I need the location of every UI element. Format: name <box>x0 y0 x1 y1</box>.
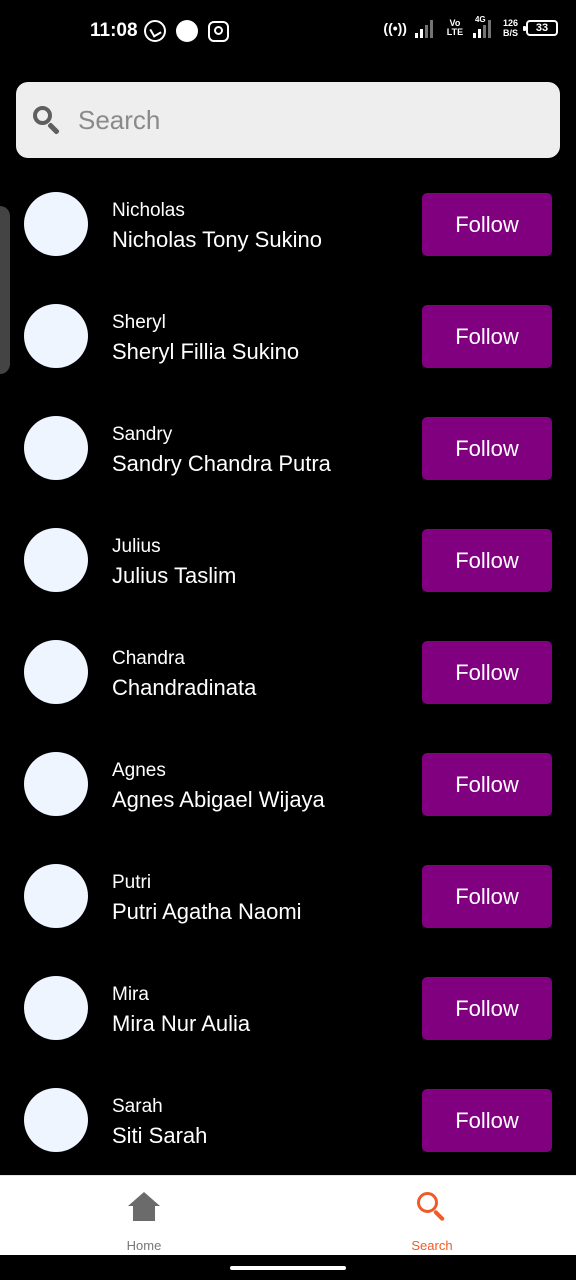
full-name: Putri Agatha Naomi <box>112 899 302 924</box>
battery-icon: 33 <box>523 20 558 36</box>
avatar <box>24 304 88 368</box>
nav-home[interactable]: Home <box>64 1176 224 1256</box>
signal-1-icon <box>414 18 437 38</box>
speed-unit: B/S <box>502 28 518 38</box>
nav-search[interactable]: Search <box>352 1176 512 1256</box>
instagram-icon <box>208 20 229 42</box>
username: Nicholas <box>112 200 185 221</box>
whatsapp-icon <box>144 20 166 42</box>
follow-button[interactable]: Follow <box>422 1089 552 1152</box>
full-name: Sandry Chandra Putra <box>112 451 331 476</box>
list-item: Sarah Siti Sarah Follow <box>0 1078 576 1190</box>
follow-button[interactable]: Follow <box>422 641 552 704</box>
search-icon <box>416 1191 448 1223</box>
follow-button[interactable]: Follow <box>422 753 552 816</box>
avatar <box>24 192 88 256</box>
list-item: Agnes Agnes Abigael Wijaya Follow <box>0 742 576 854</box>
user-list: Nicholas Nicholas Tony Sukino Follow She… <box>0 182 576 1190</box>
avatar <box>24 640 88 704</box>
full-name: Chandradinata <box>112 675 257 700</box>
volte-indicator: Vo LTE <box>445 19 465 37</box>
username: Putri <box>112 872 152 893</box>
notification-dot-icon <box>176 20 198 42</box>
username: Julius <box>112 536 161 557</box>
status-time: 11:08 <box>90 20 138 41</box>
volte-bottom: LTE <box>446 27 464 37</box>
bottom-navigation: Home Search <box>0 1175 576 1255</box>
nav-home-label: Home <box>126 1238 162 1253</box>
full-name: Agnes Abigael Wijaya <box>112 787 325 812</box>
follow-button[interactable]: Follow <box>422 417 552 480</box>
home-gesture-bar[interactable] <box>230 1266 346 1270</box>
full-name: Nicholas Tony Sukino <box>112 227 322 252</box>
username: Sheryl <box>112 312 166 333</box>
list-item: Sandry Sandry Chandra Putra Follow <box>0 406 576 518</box>
full-name: Julius Taslim <box>112 563 237 588</box>
follow-button[interactable]: Follow <box>422 865 552 928</box>
list-item: Julius Julius Taslim Follow <box>0 518 576 630</box>
signal-2-wrapper: 4G <box>472 15 495 38</box>
username: Chandra <box>112 648 185 669</box>
follow-button[interactable]: Follow <box>422 305 552 368</box>
username: Mira <box>112 984 149 1005</box>
follow-button[interactable]: Follow <box>422 529 552 592</box>
avatar <box>24 528 88 592</box>
username: Sarah <box>112 1096 163 1117</box>
status-indicators: ((•)) Vo LTE 4G 126 B/S 33 <box>383 15 558 38</box>
full-name: Sheryl Fillia Sukino <box>112 339 300 364</box>
username: Agnes <box>112 760 166 781</box>
list-item: Chandra Chandradinata Follow <box>0 630 576 742</box>
list-item: Mira Mira Nur Aulia Follow <box>0 966 576 1078</box>
avatar <box>24 864 88 928</box>
avatar <box>24 1088 88 1152</box>
nav-search-label: Search <box>411 1238 453 1253</box>
battery-level: 33 <box>535 22 549 34</box>
follow-button[interactable]: Follow <box>422 977 552 1040</box>
avatar <box>24 976 88 1040</box>
avatar <box>24 416 88 480</box>
status-bar: 11:08 ((•)) Vo LTE 4G 126 B/S 33 <box>0 0 576 64</box>
search-bar[interactable] <box>16 82 560 158</box>
list-item: Putri Putri Agatha Naomi Follow <box>0 854 576 966</box>
signal-2-icon <box>472 18 495 38</box>
network-speed: 126 B/S <box>503 18 518 38</box>
hotspot-icon: ((•)) <box>383 20 407 36</box>
avatar <box>24 752 88 816</box>
list-item: Sheryl Sheryl Fillia Sukino Follow <box>0 294 576 406</box>
full-name: Siti Sarah <box>112 1123 208 1148</box>
follow-button[interactable]: Follow <box>422 193 552 256</box>
search-input[interactable] <box>78 104 518 136</box>
notification-icons <box>144 20 229 42</box>
speed-value: 126 <box>502 18 518 28</box>
home-icon <box>128 1192 160 1222</box>
username: Sandry <box>112 424 173 445</box>
full-name: Mira Nur Aulia <box>112 1011 251 1036</box>
search-icon <box>32 105 62 135</box>
system-gesture-area <box>0 1255 576 1280</box>
list-item: Nicholas Nicholas Tony Sukino Follow <box>0 182 576 294</box>
